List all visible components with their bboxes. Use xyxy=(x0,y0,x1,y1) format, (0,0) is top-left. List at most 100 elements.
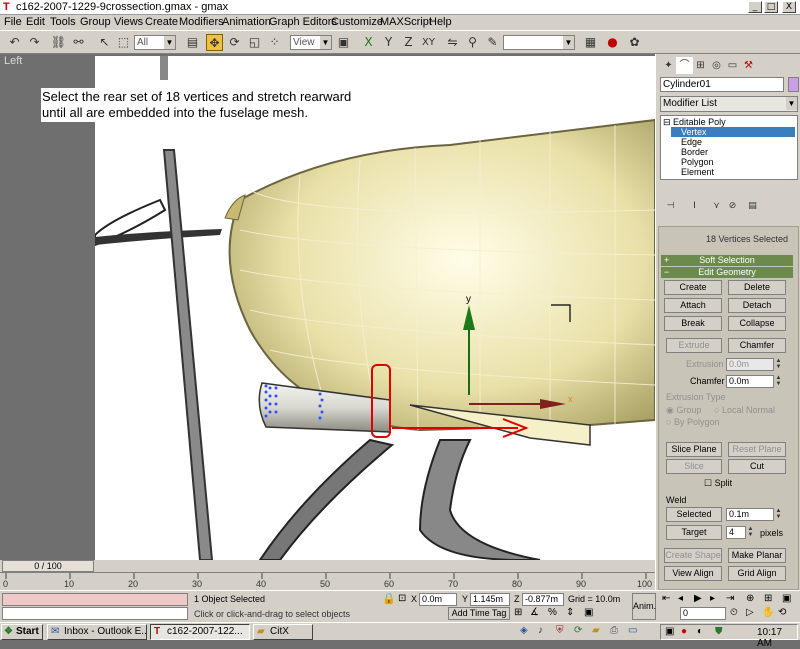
grid-align-button[interactable]: Grid Align xyxy=(728,566,786,581)
zoom-extents-icon[interactable]: ▣ xyxy=(782,593,791,604)
target-button[interactable]: Target xyxy=(666,525,722,540)
reference-coordinate-dropdown[interactable]: View ▼ xyxy=(290,35,332,50)
spinner-snap-icon[interactable]: ⇕ xyxy=(566,607,574,618)
use-center-icon[interactable]: ▣ xyxy=(335,34,352,51)
y-coordinate-field[interactable]: 1.145m xyxy=(470,593,510,606)
region-select-icon[interactable]: ⬚ xyxy=(115,34,132,51)
scale-icon[interactable]: ◱ xyxy=(246,34,263,51)
tray-update-icon[interactable]: ⟳ xyxy=(574,625,582,636)
create-shape-button[interactable]: Create Shape xyxy=(664,548,722,563)
maximize-button[interactable]: □ xyxy=(764,1,778,13)
restrict-z-icon[interactable]: Z xyxy=(400,34,417,51)
add-time-tag-button[interactable]: Add Time Tag xyxy=(448,607,510,620)
lock-selection-icon[interactable]: 🔒 xyxy=(382,592,396,605)
chamfer-field[interactable]: 0.0m xyxy=(726,375,774,388)
make-planar-button[interactable]: Make Planar xyxy=(728,548,786,563)
tray-shield-icon[interactable]: ⛨ xyxy=(556,625,564,636)
tray-printer-icon[interactable]: ⎙ xyxy=(610,625,618,636)
soft-selection-rollout[interactable]: + Soft Selection xyxy=(661,255,793,266)
taskbar-item-gmax[interactable]: T c162-2007-122... xyxy=(150,624,250,640)
tray-monitor-icon[interactable]: ▭ xyxy=(628,625,637,636)
weld-threshold-field[interactable]: 0.1m xyxy=(726,508,774,521)
taskbar-item-citx[interactable]: ▰ CitX xyxy=(253,624,313,640)
extrusion-field[interactable]: 0.0m xyxy=(726,358,774,371)
radio-by-polygon[interactable]: ○ By Polygon xyxy=(666,417,719,427)
next-frame-icon[interactable]: ▸ xyxy=(710,593,715,604)
reset-plane-button[interactable]: Reset Plane xyxy=(728,442,786,457)
redo-icon[interactable]: ↷ xyxy=(26,34,43,51)
rotate-icon[interactable]: ⟳ xyxy=(226,34,243,51)
show-end-result-icon[interactable]: I xyxy=(686,198,703,215)
extrude-button[interactable]: Extrude xyxy=(666,338,722,353)
select-object-icon[interactable]: ↖ xyxy=(96,34,113,51)
extrusion-spinner[interactable]: ▲ ▼ xyxy=(775,358,782,371)
time-slider-thumb[interactable]: 0 / 100 xyxy=(2,560,94,572)
absolute-mode-icon[interactable]: ⊡ xyxy=(398,593,406,604)
tray-network-icon[interactable]: ◈ xyxy=(520,625,528,636)
menu-views[interactable]: Views xyxy=(114,16,143,28)
delete-button[interactable]: Delete xyxy=(728,280,786,295)
tray-app-icon[interactable]: ▣ xyxy=(665,626,674,637)
target-pixels-spinner[interactable]: ▲ ▼ xyxy=(747,526,754,539)
menu-maxscript[interactable]: MAXScript xyxy=(380,16,432,28)
tray-speaker-icon[interactable]: ♪ xyxy=(538,625,543,636)
taskbar-item-outlook[interactable]: ✉ Inbox - Outlook E... xyxy=(47,624,147,640)
target-pixels-field[interactable]: 4 xyxy=(726,526,746,539)
make-unique-icon[interactable]: ⋎ xyxy=(708,198,725,215)
goto-end-icon[interactable]: ⇥ xyxy=(726,593,734,604)
mirror-icon[interactable]: ⇋ xyxy=(444,34,461,51)
tray-folder-icon[interactable]: ▰ xyxy=(592,625,600,636)
slice-button[interactable]: Slice xyxy=(666,459,722,474)
slice-plane-button[interactable]: Slice Plane xyxy=(666,442,722,457)
object-color-swatch[interactable] xyxy=(788,77,799,92)
tray-volume-icon[interactable]: ◐ xyxy=(697,626,703,637)
modifier-list-dropdown[interactable]: Modifier List ▼ xyxy=(660,96,798,112)
key-mode-icon[interactable]: ⇤ xyxy=(662,593,670,604)
weld-selected-button[interactable]: Selected xyxy=(666,507,722,522)
utilities-tab-icon[interactable]: ⚒ xyxy=(740,57,757,74)
hierarchy-tab-icon[interactable]: ⊞ xyxy=(692,57,709,74)
stack-item-vertex[interactable]: Vertex xyxy=(671,127,795,137)
start-button[interactable]: ❖ Start xyxy=(1,624,43,640)
select-link-icon[interactable]: ⛓ xyxy=(50,34,67,51)
stack-item-edge[interactable]: Edge xyxy=(681,137,702,147)
pin-stack-icon[interactable]: ⊣ xyxy=(662,198,679,215)
close-button[interactable]: X xyxy=(782,1,796,13)
radio-local-normal[interactable]: ○ Local Normal xyxy=(714,405,775,415)
arc-rotate-icon[interactable]: ⟲ xyxy=(778,607,786,618)
configure-modifier-sets-icon[interactable]: ▤ xyxy=(744,198,761,215)
restrict-xy-icon[interactable]: XY xyxy=(420,34,437,51)
animate-mode-button[interactable]: Anim. xyxy=(632,593,656,620)
minimize-button[interactable]: _ xyxy=(748,1,762,13)
menu-edit[interactable]: Edit xyxy=(26,16,45,28)
snap-icon[interactable]: ✎ xyxy=(484,34,501,51)
gmax-app-icon[interactable]: T xyxy=(3,1,14,13)
object-name-field[interactable]: Cylinder01 xyxy=(660,77,784,92)
z-coordinate-field[interactable]: -0.877m xyxy=(522,593,564,606)
restrict-y-icon[interactable]: Y xyxy=(380,34,397,51)
view-align-button[interactable]: View Align xyxy=(664,566,722,581)
menu-create[interactable]: Create xyxy=(145,16,178,28)
weld-threshold-spinner[interactable]: ▲ ▼ xyxy=(775,508,782,521)
selection-filter-dropdown[interactable]: All ▼ xyxy=(134,35,176,50)
edit-geometry-rollout[interactable]: − Edit Geometry xyxy=(661,267,793,278)
track-bar[interactable]: 0 10 20 30 40 50 60 70 80 90 100 xyxy=(0,572,655,590)
stack-item-element[interactable]: Element xyxy=(681,167,714,177)
menu-group[interactable]: Group xyxy=(80,16,111,28)
prev-frame-icon[interactable]: ◂ xyxy=(678,593,683,604)
modifier-stack[interactable]: ⊟ Editable Poly Vertex Edge Border Polyg… xyxy=(660,115,798,180)
move-icon[interactable]: ✥ xyxy=(206,34,223,51)
pan-hand-icon[interactable]: ✋ xyxy=(762,607,774,618)
quick-render-icon[interactable]: ✿ xyxy=(626,34,643,51)
viewport-label[interactable]: Left xyxy=(4,55,22,67)
remove-modifier-icon[interactable]: ⊘ xyxy=(724,198,741,215)
chamfer-spinner[interactable]: ▲ ▼ xyxy=(775,375,782,388)
percent-snap-icon[interactable]: % xyxy=(548,607,557,618)
menu-tools[interactable]: Tools xyxy=(50,16,76,28)
break-button[interactable]: Break xyxy=(664,316,722,331)
current-frame-field[interactable]: 0 xyxy=(680,607,726,620)
named-selection-dropdown[interactable]: ▼ xyxy=(503,35,575,50)
stack-item-border[interactable]: Border xyxy=(681,147,708,157)
angle-snap-icon[interactable]: ∡ xyxy=(530,607,539,618)
time-config-icon[interactable]: ⏲ xyxy=(730,607,738,618)
